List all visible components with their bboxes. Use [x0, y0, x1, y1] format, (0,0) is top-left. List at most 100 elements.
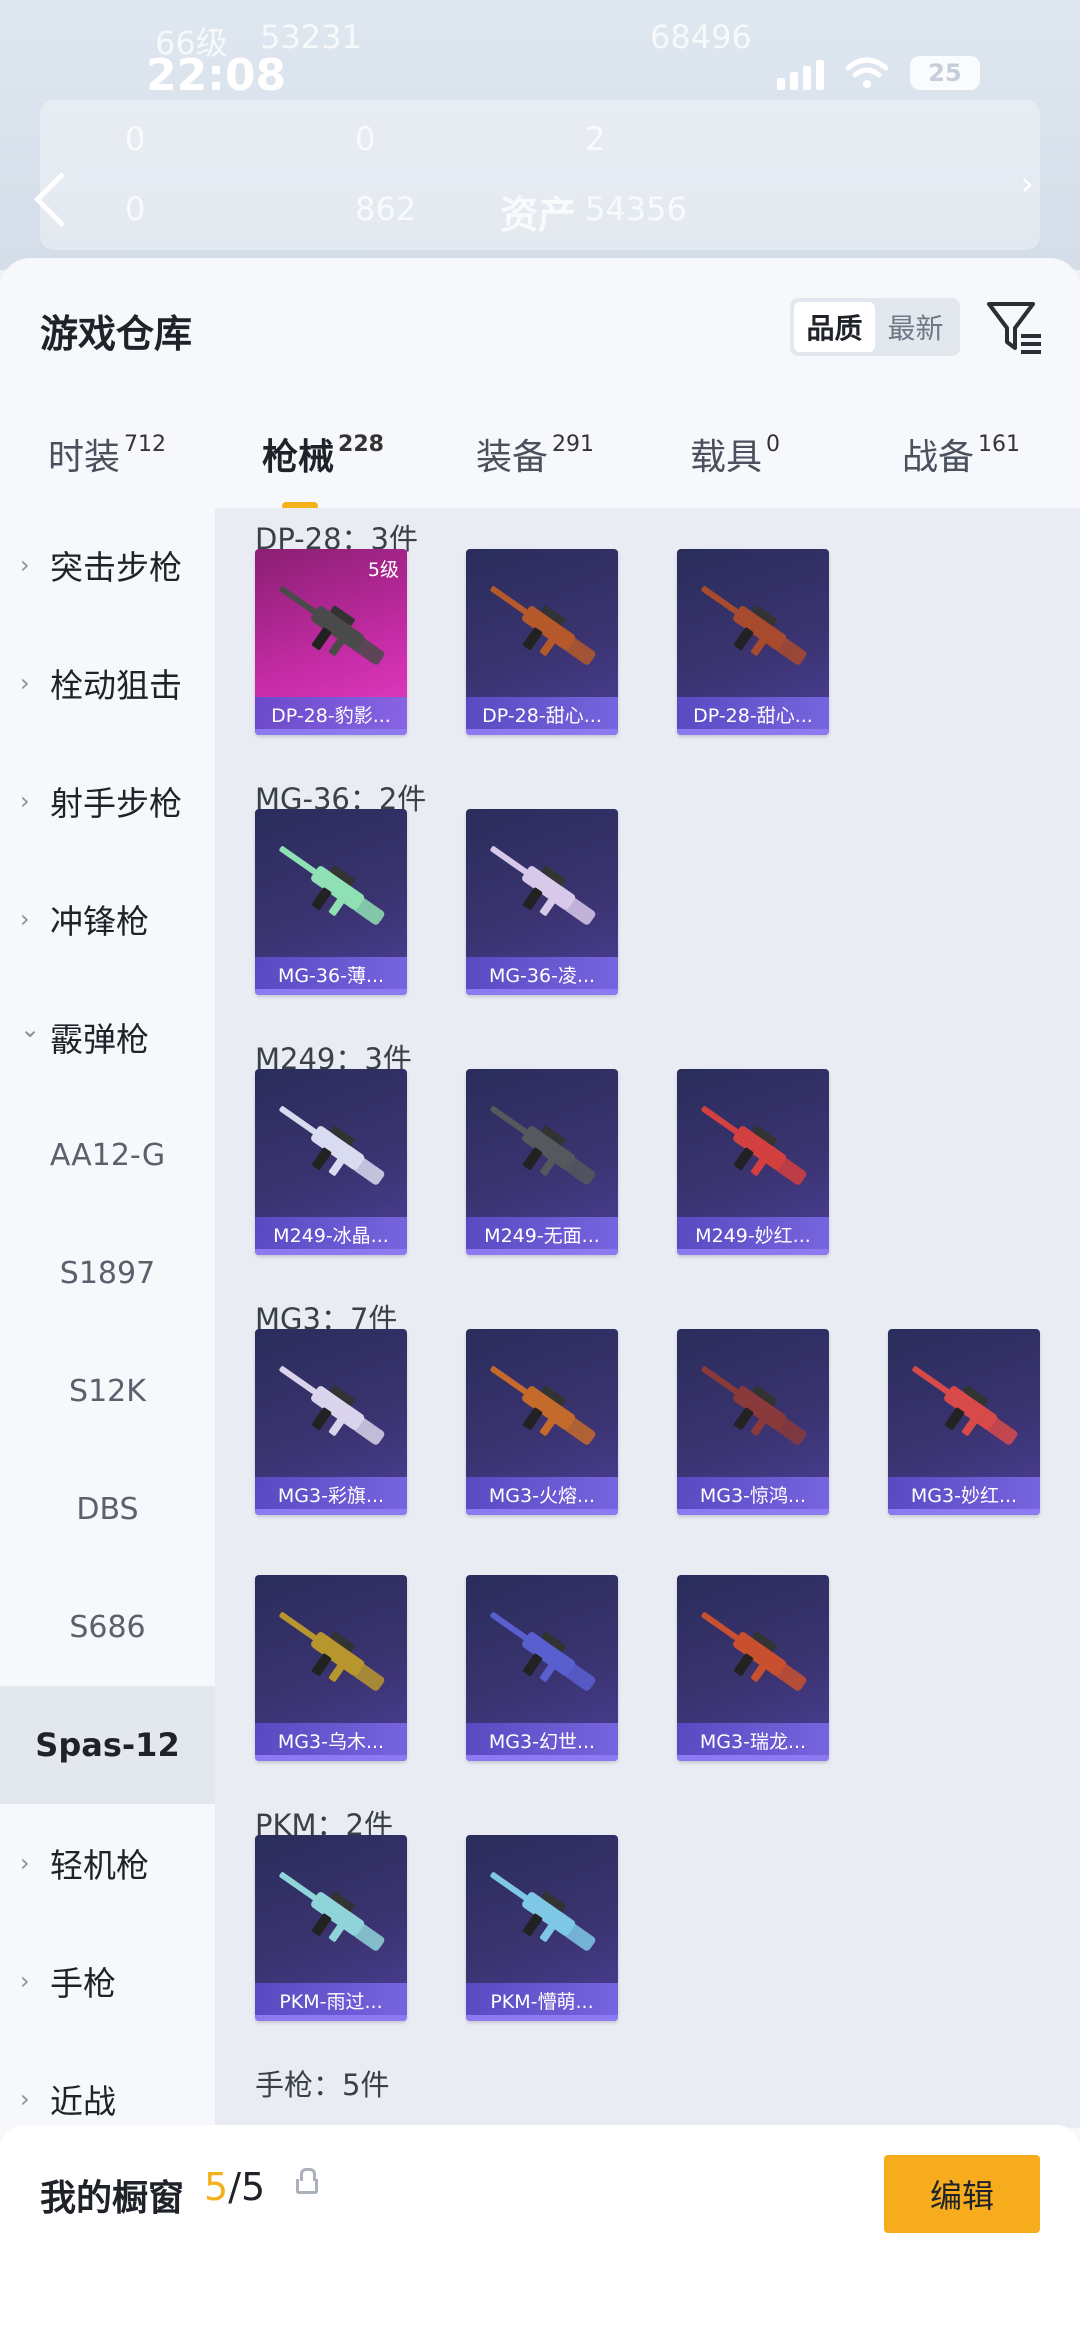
weapon-level-badge: 5级	[367, 559, 399, 581]
weapon-card[interactable]: M249-无面...	[466, 1069, 618, 1255]
weapon-card[interactable]: PKM-雨过...	[255, 1835, 407, 2021]
tab-vehicles[interactable]: 载具 0	[690, 428, 780, 480]
weapon-card[interactable]: DP-28-甜心...	[466, 549, 618, 735]
gun-icon	[701, 1366, 807, 1445]
card-quality-strip	[466, 1509, 618, 1515]
weapon-card[interactable]: MG3-惊鸿...	[677, 1329, 829, 1515]
weapon-card[interactable]: MG3-妙红...	[888, 1329, 1040, 1515]
sidebar-item[interactable]: › 突击步枪	[0, 506, 215, 624]
weapon-name: PKM-懵萌...	[490, 1991, 594, 2013]
card-quality-strip	[255, 1509, 407, 1515]
weapon-card[interactable]: MG3-乌木...	[255, 1575, 407, 1761]
sidebar-item-label: 栓动狙击	[50, 666, 182, 705]
backdrop-assets-value: 54356	[585, 190, 687, 228]
tab-count: 291	[552, 432, 595, 457]
backdrop-stat: 0	[125, 120, 146, 158]
chevron-right-icon: ›	[20, 669, 30, 697]
tab-label: 装备	[476, 437, 549, 478]
weapon-card[interactable]: M249-冰晶...	[255, 1069, 407, 1255]
chevron-right-icon: ›	[20, 787, 30, 815]
chevron-right-icon: ›	[20, 905, 30, 933]
sidebar-item-label: AA12-G	[49, 1137, 166, 1173]
card-quality-strip	[466, 729, 618, 735]
showcase-count: 5/5	[204, 2165, 265, 2209]
sidebar-item[interactable]: S686	[0, 1568, 215, 1686]
showcase-current: 5	[204, 2165, 229, 2209]
weapon-list: DP-28：3件 5级 DP-28-豹影... DP-28-甜心... DP-28-甜心…	[215, 508, 1080, 2128]
tab-label: 载具	[690, 437, 763, 478]
sidebar-item-label: 手枪	[50, 1964, 116, 2003]
tab-guns[interactable]: 枪械 228	[262, 428, 384, 480]
gun-icon	[701, 586, 807, 665]
chevron-right-icon: ›	[20, 2085, 30, 2113]
status-icons: 25	[777, 56, 980, 90]
weapon-card[interactable]: 5级 DP-28-豹影...	[255, 549, 407, 735]
weapon-name: M249-妙红...	[695, 1225, 811, 1247]
weapon-card[interactable]: DP-28-甜心...	[677, 549, 829, 735]
gun-icon	[279, 1106, 385, 1185]
filter-icon[interactable]	[985, 298, 1045, 358]
backdrop-stats-card: 0 0 2 0 862 资产 54356	[40, 100, 1040, 250]
weapon-card[interactable]: MG-36-凌...	[466, 809, 618, 995]
gun-icon	[279, 1872, 385, 1951]
tab-count: 0	[766, 432, 781, 457]
sidebar-item[interactable]: › 栓动狙击	[0, 624, 215, 742]
tab-fashion[interactable]: 时装 712	[48, 428, 166, 480]
sidebar-item-label: S1897	[59, 1255, 156, 1291]
sidebar-item-label: 射手步枪	[50, 784, 182, 823]
tab-supplies[interactable]: 战备 161	[902, 428, 1020, 480]
card-quality-strip	[888, 1509, 1040, 1515]
sidebar-item[interactable]: S12K	[0, 1332, 215, 1450]
tab-label: 枪械	[262, 437, 335, 478]
backdrop-stat: 2	[585, 120, 606, 158]
showcase-title: 我的橱窗	[40, 2178, 185, 2219]
card-quality-strip	[466, 1755, 618, 1761]
weapon-card[interactable]: MG3-幻世...	[466, 1575, 618, 1761]
gun-icon	[701, 1612, 807, 1691]
weapon-name: MG3-火熔...	[488, 1485, 596, 1507]
weapon-name: MG3-幻世...	[488, 1731, 596, 1753]
sidebar-item[interactable]: AA12-G	[0, 1096, 215, 1214]
weapon-card[interactable]: PKM-懵萌...	[466, 1835, 618, 2021]
sort-option-quality[interactable]: 品质	[794, 302, 875, 352]
sidebar-item[interactable]: › 冲锋枪	[0, 860, 215, 978]
sort-toggle: 品质 最新	[790, 298, 960, 356]
weapon-name: MG3-妙红...	[910, 1485, 1018, 1507]
weapon-card[interactable]: M249-妙红...	[677, 1069, 829, 1255]
sidebar-item[interactable]: S1897	[0, 1214, 215, 1332]
sidebar-item[interactable]: Spas-12	[0, 1686, 215, 1804]
sidebar-item[interactable]: ⌄ 霰弹枪	[0, 978, 215, 1096]
category-tabs: 时装 712 枪械 228 装备 291 载具 0 战备 161	[0, 408, 1080, 518]
weapon-name: MG-36-薄...	[277, 965, 385, 987]
gun-icon	[279, 1612, 385, 1691]
gun-icon	[490, 1612, 596, 1691]
card-quality-strip	[677, 1249, 829, 1255]
gun-icon	[279, 846, 385, 925]
wifi-icon	[846, 57, 888, 88]
chevron-right-icon: ›	[20, 1849, 30, 1877]
tab-count: 712	[124, 432, 167, 457]
signal-icon	[777, 56, 824, 90]
card-quality-strip	[466, 1249, 618, 1255]
sidebar-item[interactable]: › 手枪	[0, 1922, 215, 2040]
weapon-card[interactable]: MG-36-薄...	[255, 809, 407, 995]
card-quality-strip	[255, 729, 407, 735]
weapon-name: MG3-彩旗...	[277, 1485, 385, 1507]
group-title: 手枪：5件	[255, 2068, 390, 2102]
sidebar-item[interactable]: › 射手步枪	[0, 742, 215, 860]
sidebar-item[interactable]: DBS	[0, 1450, 215, 1568]
card-quality-strip	[255, 1249, 407, 1255]
chevron-right-icon: ›	[20, 1967, 30, 1995]
weapon-card[interactable]: MG3-彩旗...	[255, 1329, 407, 1515]
weapon-card[interactable]: MG3-火熔...	[466, 1329, 618, 1515]
sort-option-latest[interactable]: 最新	[875, 302, 956, 352]
tab-equipment[interactable]: 装备 291	[476, 428, 594, 480]
weapon-card[interactable]: MG3-瑞龙...	[677, 1575, 829, 1761]
weapon-name: DP-28-甜心...	[693, 705, 813, 727]
sheet-title: 游戏仓库	[40, 312, 193, 356]
weapon-name: M249-冰晶...	[273, 1225, 389, 1247]
sidebar-item[interactable]: › 轻机枪	[0, 1804, 215, 1922]
gun-icon	[490, 586, 596, 665]
edit-button[interactable]: 编辑	[884, 2155, 1040, 2233]
gun-icon	[912, 1366, 1018, 1445]
